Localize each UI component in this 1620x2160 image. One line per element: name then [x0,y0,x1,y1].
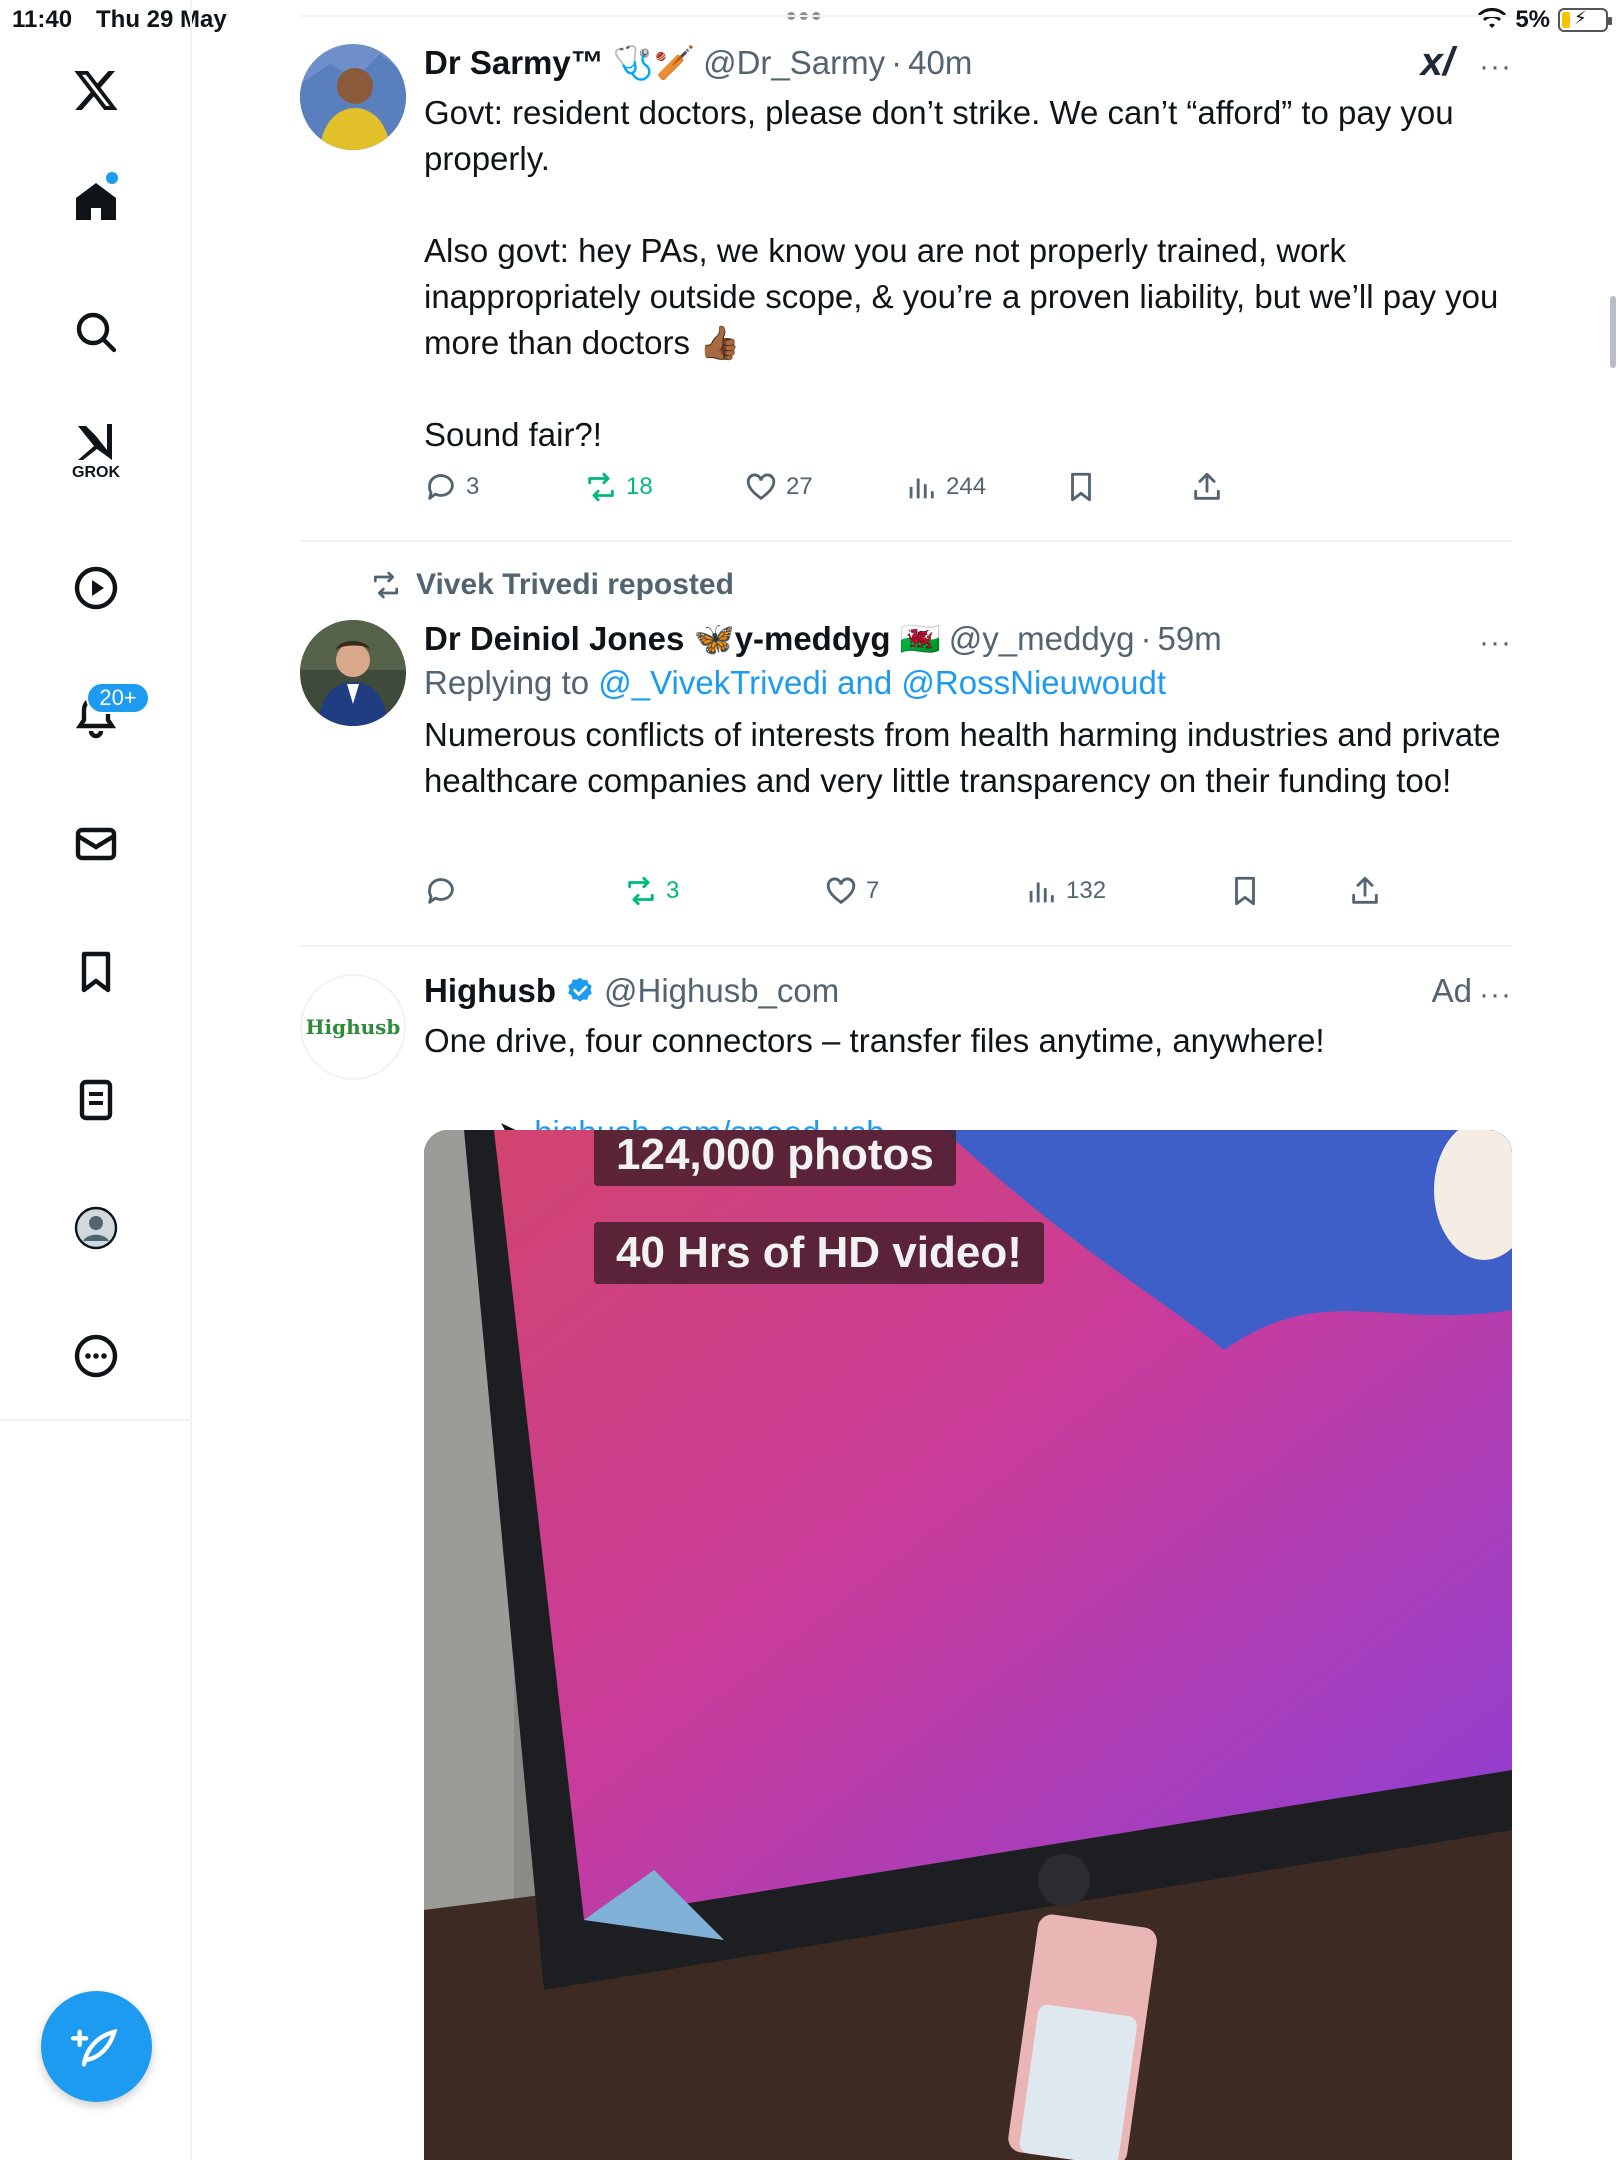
bookmark-icon[interactable] [56,932,136,1012]
reply-and-text: and [828,664,902,701]
tweet-text: Numerous conflicts of interests from hea… [424,716,1510,799]
repost-icon [628,876,654,906]
more-options-icon[interactable]: ··· [1479,978,1512,1012]
views-button[interactable]: 132 [1024,874,1106,908]
sidebar: GROK 20+ [0,0,192,2160]
repost-count: 3 [666,877,680,904]
timestamp[interactable]: 59m [1158,620,1222,658]
grok-icon[interactable]: GROK [56,412,136,492]
tweet-header: Highusb @Highusb_com [424,968,1512,1014]
verified-badge-icon [568,977,592,1002]
repost-button[interactable]: 3 [624,874,679,908]
grok-analyze-icon[interactable]: x/ [1421,40,1454,85]
reply-button[interactable] [424,874,466,908]
compose-feather-icon [70,2028,117,2066]
repost-icon [588,472,614,502]
heart-icon [746,473,776,501]
timeline-top-divider [300,15,1512,17]
author-name[interactable]: Highusb [424,972,556,1010]
video-icon[interactable] [56,548,136,628]
like-count: 7 [866,877,880,904]
reply-context: Replying to @_VivekTrivedi and @RossNieu… [424,664,1512,702]
repost-banner-text: Vivek Trivedi reposted [416,568,734,601]
repost-banner[interactable]: Vivek Trivedi reposted [370,568,734,602]
grok-label: GROK [72,464,120,481]
share-button[interactable] [1190,470,1224,504]
tweet-body: Dr Deiniol Jones 🦋y-meddyg 🏴󠁧󠁢󠁷󠁬󠁳󠁿 @y_me… [424,616,1512,804]
reply-prefix: Replying to [424,664,599,701]
author-handle[interactable]: @Highusb_com [604,972,839,1010]
avatar[interactable] [300,620,406,726]
reply-button[interactable]: 3 [424,470,479,504]
ad-video-media[interactable]: 124,000 photos 40 Hrs of HD video! [424,1130,1512,2160]
mail-icon[interactable] [56,804,136,884]
like-button[interactable]: 7 [824,874,879,908]
tweet-text: Govt: resident doctors, please don’t str… [424,94,1499,453]
bookmark-button[interactable] [1064,470,1098,504]
reply-icon [428,474,454,500]
timeline: Dr Sarmy™ 🩺🏏 @Dr_Sarmy · 40m x/ ··· Govt… [192,0,1620,2160]
views-chart-icon [1029,882,1054,903]
tweet-actions: 3 7 132 [424,874,1512,914]
share-icon [1194,472,1220,500]
repost-count: 18 [626,473,653,500]
ad-label: Ad [1431,972,1472,1009]
x-logo-icon[interactable] [56,50,136,130]
scrollbar-thumb[interactable] [1610,296,1616,368]
compose-button[interactable] [41,1991,152,2102]
search-icon[interactable] [56,292,136,372]
views-chart-icon [909,478,934,499]
views-count: 132 [1066,877,1107,904]
lists-icon[interactable] [56,1060,136,1140]
tweet-text: One drive, four connectors – transfer fi… [424,1022,1325,1059]
heart-icon [826,877,856,905]
avatar[interactable] [300,44,406,150]
video-frame [424,1130,1512,2160]
author-name[interactable]: Dr Sarmy™ 🩺🏏 [424,44,695,83]
video-caption: 124,000 photos [594,1130,956,1186]
repost-button[interactable]: 18 [584,470,653,504]
author-handle[interactable]: @Dr_Sarmy [703,44,885,82]
bookmark-button[interactable] [1228,874,1262,908]
bookmark-action-icon [1071,472,1091,502]
advertiser-logo: Highusb [305,1015,401,1039]
ad-tweet-card[interactable]: Highusb Highusb @Highusb_com Ad ··· One … [300,968,1512,2160]
like-count: 27 [786,473,813,500]
dot-separator: · [1140,620,1152,657]
sidebar-divider [0,1419,192,1421]
tweet-header: Dr Sarmy™ 🩺🏏 @Dr_Sarmy · 40m [424,40,1512,86]
home-icon[interactable] [56,162,136,242]
tweet-actions: 3 18 27 244 [424,470,1512,510]
tweet-header: Dr Deiniol Jones 🦋y-meddyg 🏴󠁧󠁢󠁷󠁬󠁳󠁿 @y_me… [424,616,1512,662]
tweet-body: Dr Sarmy™ 🩺🏏 @Dr_Sarmy · 40m x/ ··· Govt… [424,40,1512,458]
avatar[interactable]: Highusb [300,974,406,1080]
dot-separator: · [891,44,903,81]
repost-icon [374,571,398,599]
tweet-divider [300,945,1512,947]
reply-icon [428,878,454,904]
bookmark-action-icon [1235,876,1255,906]
video-caption: 40 Hrs of HD video! [594,1222,1044,1284]
author-handle[interactable]: @y_meddyg [949,620,1135,658]
more-options-icon[interactable]: ··· [1479,626,1512,660]
timestamp[interactable]: 40m [908,44,972,82]
reply-mention-link[interactable]: @RossNieuwoudt [901,664,1166,701]
reply-mention-link[interactable]: @_VivekTrivedi [598,664,828,701]
views-button[interactable]: 244 [904,470,986,504]
tweet-divider [300,540,1512,542]
more-options-icon[interactable]: ··· [1479,50,1512,84]
notifications-badge: 20+ [86,682,150,714]
unread-dot [106,172,118,184]
share-button[interactable] [1348,874,1382,908]
more-icon[interactable] [56,1316,136,1396]
reply-count: 3 [466,473,480,500]
share-icon [1352,876,1378,904]
views-count: 244 [946,473,987,500]
profile-icon[interactable] [56,1188,136,1268]
like-button[interactable]: 27 [744,470,813,504]
author-name[interactable]: Dr Deiniol Jones 🦋y-meddyg 🏴󠁧󠁢󠁷󠁬󠁳󠁿 [424,620,941,659]
